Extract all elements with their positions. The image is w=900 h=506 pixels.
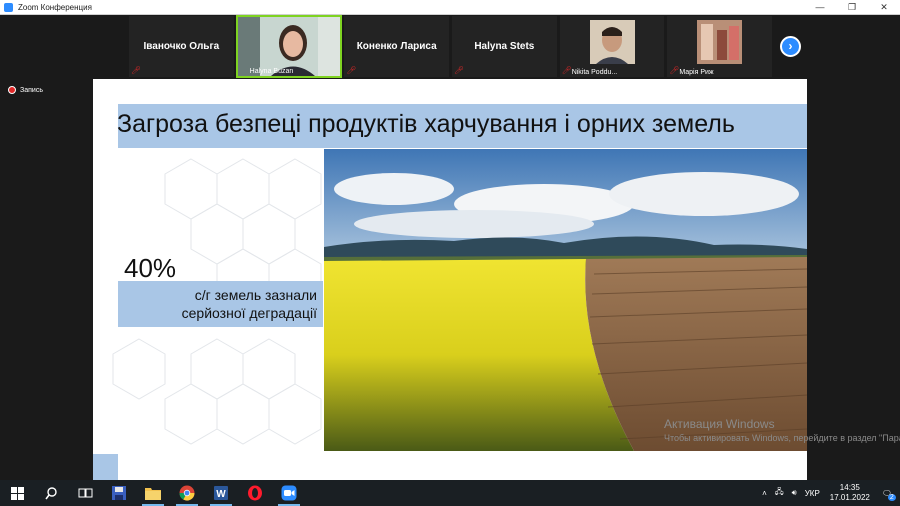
network-icon[interactable]: 🖧︎ <box>775 486 784 500</box>
participant-strip: Іваночко Ольга 🎤︎ Halyna Buzan Коненко Л… <box>128 15 774 78</box>
maximize-button[interactable]: ❐ <box>836 0 868 15</box>
muted-mic-icon: 🎤︎ <box>131 66 142 75</box>
windows-start-icon[interactable] <box>0 480 34 506</box>
recording-indicator[interactable]: Запись <box>8 86 43 94</box>
muted-mic-icon: 🎤︎ <box>346 66 357 75</box>
recording-dot-icon <box>8 86 16 94</box>
participant-video-label: Nikita Poddu... <box>571 69 618 76</box>
windows-activation-title: Активация Windows <box>664 417 775 431</box>
recording-label: Запись <box>20 86 43 94</box>
close-button[interactable]: ✕ <box>868 0 900 15</box>
next-participants-button[interactable]: › <box>780 36 801 57</box>
opera-icon[interactable] <box>238 480 272 506</box>
task-view-icon[interactable] <box>68 480 102 506</box>
window-title: Zoom Конференция <box>18 2 92 12</box>
system-tray: ˄ 🖧︎ 🔊︎ УКР 14:35 17.01.2022 🗨︎ 2 <box>758 480 900 506</box>
zoom-app-icon <box>4 2 13 12</box>
participant-tile[interactable]: Halyna Stets 🎤︎ <box>451 15 558 78</box>
clock-date: 17.01.2022 <box>829 493 870 502</box>
windows-activation-text: Чтобы активировать Windows, перейдите в … <box>664 433 900 443</box>
notification-center-icon[interactable]: 🗨︎ 2 <box>882 489 896 501</box>
participant-video <box>667 16 773 77</box>
participant-tile-active-speaker[interactable]: Halyna Buzan <box>235 15 343 78</box>
field-photo <box>324 149 807 451</box>
muted-mic-icon: 🎤︎ <box>454 66 465 75</box>
save-app-icon[interactable] <box>102 480 136 506</box>
stat-caption: с/г земель зазнали серйозної деградації <box>181 287 317 321</box>
file-explorer-icon[interactable] <box>136 480 170 506</box>
muted-mic-icon: 🎤︎ <box>669 66 680 75</box>
show-hidden-icons-icon[interactable]: ˄ <box>762 489 767 498</box>
participant-tile[interactable]: Коненко Лариса 🎤︎ <box>343 15 451 78</box>
search-icon[interactable] <box>34 480 68 506</box>
minimize-button[interactable]: — <box>804 0 836 15</box>
svg-text:W: W <box>216 489 226 500</box>
participant-tile[interactable]: Іваночко Ольга 🎤︎ <box>128 15 235 78</box>
chrome-icon[interactable] <box>170 480 204 506</box>
notification-count-badge: 2 <box>887 493 896 501</box>
participant-video-label: Марія Риж <box>679 69 714 76</box>
corner-accent-block <box>93 454 118 480</box>
slide-title: Загроза безпеці продуктів харчування і о… <box>117 110 735 138</box>
participant-name: Коненко Лариса <box>356 41 437 52</box>
clock[interactable]: 14:35 17.01.2022 <box>830 483 870 503</box>
volume-icon[interactable]: 🔊︎ <box>792 488 797 498</box>
word-icon[interactable]: W <box>204 480 238 506</box>
participant-tile[interactable]: 🎤︎ Nikita Poddu... <box>558 15 666 78</box>
participant-name: Іваночко Ольга <box>143 41 220 52</box>
zoom-icon[interactable] <box>272 480 306 506</box>
windows-taskbar: W ˄ 🖧︎ 🔊︎ УКР 14:35 17.01.2022 🗨︎ 2 <box>0 480 900 506</box>
language-indicator[interactable]: УКР <box>805 489 820 498</box>
muted-mic-icon: 🎤︎ <box>561 66 572 75</box>
participant-video <box>559 16 665 77</box>
window-titlebar: Zoom Конференция — ❐ ✕ <box>0 0 900 15</box>
stat-caption-box: с/г земель зазнали серйозної деградації <box>118 281 323 327</box>
participant-video-label: Halyna Buzan <box>249 68 294 75</box>
stat-value: 40% <box>124 253 177 283</box>
participant-name: Halyna Stets <box>474 41 535 52</box>
participant-tile[interactable]: 🎤︎ Марія Риж <box>666 15 774 78</box>
clock-time: 14:35 <box>839 483 860 492</box>
